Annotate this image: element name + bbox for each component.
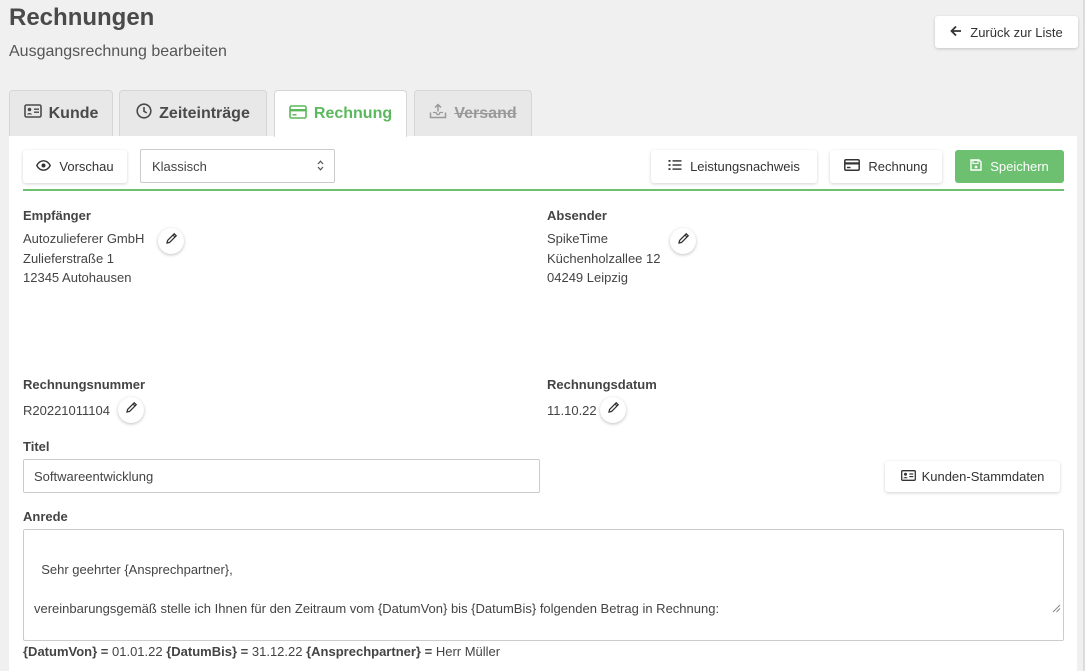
recipient-line: Zulieferstraße 1	[23, 250, 115, 266]
resize-grip-icon[interactable]	[1037, 580, 1061, 639]
tab-invoice[interactable]: Rechnung	[274, 90, 407, 137]
id-card-icon	[23, 104, 42, 123]
invoice-pdf-button[interactable]: Rechnung	[830, 150, 942, 183]
edit-invoice-date-button[interactable]	[600, 397, 626, 423]
sender-line: Küchenholzallee 12	[547, 250, 661, 266]
edit-invoice-number-button[interactable]	[118, 397, 144, 423]
salutation-heading: Anrede	[23, 509, 68, 524]
sender-line: 04249 Leipzig	[547, 270, 628, 285]
service-record-button[interactable]: Leistungsnachweis	[651, 150, 817, 183]
recipient-address: Autozulieferer GmbH Zulieferstraße 1 123…	[23, 229, 144, 288]
clock-icon	[136, 103, 152, 124]
page-title: Rechnungen	[9, 4, 155, 31]
tab-invoice-label: Rechnung	[313, 105, 393, 122]
eye-icon	[36, 159, 52, 174]
floppy-disk-icon	[970, 159, 982, 174]
recipient-heading: Empfänger	[23, 208, 91, 223]
placeholder-value: 01.01.22	[112, 644, 163, 659]
recipient-line: 12345 Autohausen	[23, 270, 132, 285]
sender-line: SpikeTime	[547, 231, 608, 246]
invoice-number-heading: Rechnungsnummer	[23, 377, 146, 392]
placeholder-equals: =	[424, 644, 433, 659]
invoice-pdf-label: Rechnung	[868, 159, 928, 174]
tab-dispatch-label: Versand	[454, 104, 517, 122]
tab-customer-label: Kunde	[48, 104, 99, 122]
edit-recipient-button[interactable]	[158, 228, 184, 254]
pencil-icon	[677, 232, 690, 250]
service-record-label: Leistungsnachweis	[690, 159, 800, 174]
placeholder-value: 31.12.22	[251, 644, 303, 659]
recipient-line: Autozulieferer GmbH	[23, 231, 145, 246]
pencil-icon	[607, 401, 620, 419]
placeholder-key: {DatumBis}	[166, 644, 238, 659]
tab-time-entries[interactable]: Zeiteinträge	[119, 90, 267, 136]
sender-heading: Absender	[547, 208, 607, 223]
invoice-number-value: R20221011104	[23, 403, 110, 418]
pencil-icon	[165, 232, 178, 250]
salutation-text: Sehr geehrter {Ansprechpartner}, vereinb…	[34, 561, 720, 616]
placeholder-equals: =	[100, 644, 109, 659]
list-icon	[668, 159, 682, 174]
customer-master-data-button[interactable]: Kunden-Stammdaten	[885, 461, 1060, 492]
invoice-date-heading: Rechnungsdatum	[547, 377, 657, 392]
sender-address: SpikeTime Küchenholzallee 12 04249 Leipz…	[547, 229, 660, 288]
id-card-icon	[900, 469, 916, 484]
invoice-date-value: 11.10.22	[547, 403, 597, 418]
template-select[interactable]: Klassisch	[140, 149, 335, 183]
placeholder-key: {DatumVon}	[23, 644, 98, 659]
credit-card-icon	[289, 104, 307, 124]
customer-master-data-label: Kunden-Stammdaten	[921, 469, 1045, 484]
sort-arrows-icon	[317, 159, 324, 174]
tab-time-entries-label: Zeiteinträge	[159, 104, 250, 122]
back-to-list-button[interactable]: Zurück zur Liste	[935, 16, 1078, 48]
placeholder-value: Herr Müller	[435, 644, 501, 659]
salutation-textarea[interactable]: Sehr geehrter {Ansprechpartner}, vereinb…	[23, 529, 1064, 641]
edit-sender-button[interactable]	[670, 228, 696, 254]
back-to-list-label: Zurück zur Liste	[970, 24, 1063, 40]
title-input[interactable]: Softwareentwicklung	[23, 459, 540, 493]
placeholder-legend: {DatumVon} = 01.01.22 {DatumBis} = 31.12…	[23, 644, 500, 659]
save-button[interactable]: Speichern	[955, 150, 1064, 183]
placeholder-key: {Ansprechpartner}	[306, 644, 421, 659]
template-select-value: Klassisch	[152, 158, 207, 174]
pencil-icon	[125, 401, 138, 419]
upload-tray-icon	[429, 103, 447, 124]
preview-button[interactable]: Vorschau	[23, 150, 127, 183]
tab-dispatch: Versand	[414, 90, 532, 136]
section-divider	[23, 189, 1064, 191]
save-label: Speichern	[990, 159, 1049, 174]
tab-customer[interactable]: Kunde	[9, 90, 113, 136]
preview-label: Vorschau	[59, 159, 114, 174]
title-heading: Titel	[23, 439, 50, 454]
title-input-value: Softwareentwicklung	[34, 468, 154, 484]
placeholder-equals: =	[240, 644, 249, 659]
credit-card-icon	[844, 159, 861, 174]
page-subtitle: Ausgangsrechnung bearbeiten	[9, 43, 227, 60]
arrow-left-icon	[950, 25, 962, 40]
